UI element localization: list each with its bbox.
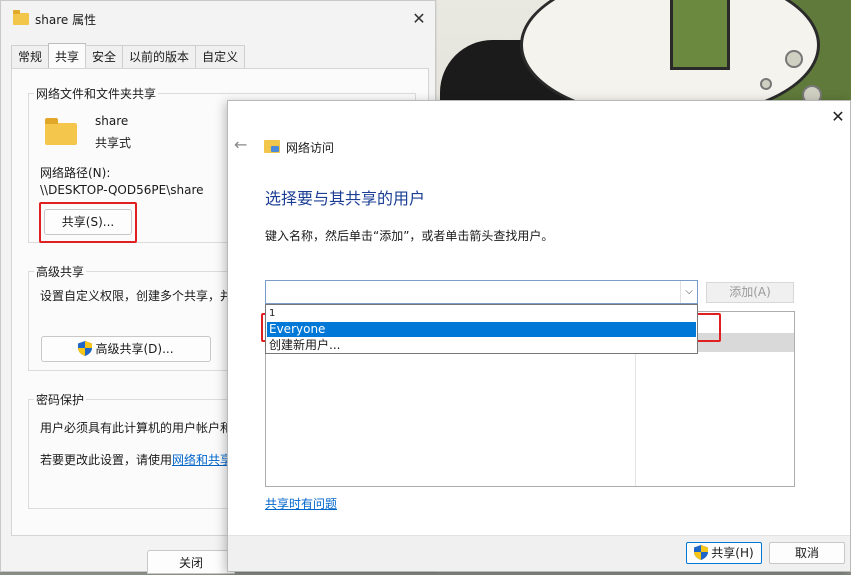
share-button[interactable]: 共享(S)... xyxy=(44,209,132,235)
password-protection-group-title: 密码保护 xyxy=(34,391,87,408)
user-dropdown-list[interactable]: 1 Everyone 创建新用户... xyxy=(265,304,698,354)
share-confirm-button[interactable]: 共享(H) xyxy=(686,542,762,564)
file-sharing-group-title: 网络文件和文件夹共享 xyxy=(34,85,159,102)
password-protection-hint: 若要更改此设置，请使用网络和共享 xyxy=(40,451,232,468)
dropdown-item-everyone[interactable]: Everyone xyxy=(267,322,696,337)
back-arrow-icon[interactable]: ← xyxy=(234,135,247,154)
wallpaper-dot xyxy=(760,78,772,90)
dropdown-item-create-user[interactable]: 创建新用户... xyxy=(267,338,696,353)
share-confirm-button-label: 共享(H) xyxy=(711,546,754,560)
network-access-dialog: ✕ ← 网络访问 选择要与其共享的用户 键入名称，然后单击“添加”，或者单击箭头… xyxy=(227,100,851,572)
advanced-sharing-group-title: 高级共享 xyxy=(34,263,87,280)
folder-share-status: 共享式 xyxy=(95,136,132,150)
advanced-sharing-description: 设置自定义权限，创建多个共享，并 xyxy=(40,289,233,303)
window-title: share 属性 xyxy=(35,13,97,27)
close-button[interactable]: 关闭 xyxy=(147,550,235,574)
uac-shield-icon xyxy=(78,341,93,356)
user-combobox[interactable]: ⌵ xyxy=(265,280,698,304)
tab-customize[interactable]: 自定义 xyxy=(195,45,246,69)
tab-security[interactable]: 安全 xyxy=(85,45,124,69)
tab-strip: 常规 共享 安全 以前的版本 自定义 xyxy=(11,43,246,69)
folder-icon xyxy=(13,10,29,25)
sharing-problems-link[interactable]: 共享时有问题 xyxy=(265,495,337,512)
uac-shield-icon xyxy=(694,545,709,560)
tab-general[interactable]: 常规 xyxy=(11,45,50,69)
wallpaper-dot xyxy=(785,50,803,68)
network-path-value: \\DESKTOP-QOD56PE\share xyxy=(40,183,204,197)
password-protection-hint-prefix: 若要更改此设置，请使用 xyxy=(40,453,173,467)
folder-icon xyxy=(45,118,77,145)
advanced-sharing-button[interactable]: 高级共享(D)... xyxy=(41,336,211,362)
dialog-header-title: 网络访问 xyxy=(286,141,335,155)
password-protection-text: 用户必须具有此计算机的用户帐户和 xyxy=(40,421,233,435)
folder-name: share xyxy=(95,114,129,128)
title-bar[interactable]: share 属性 ✕ xyxy=(1,1,435,39)
network-folder-icon xyxy=(264,140,280,153)
advanced-sharing-button-label: 高级共享(D)... xyxy=(95,342,174,356)
add-button[interactable]: 添加(A) xyxy=(706,282,794,303)
close-icon[interactable]: ✕ xyxy=(826,105,850,129)
network-sharing-center-link[interactable]: 网络和共享 xyxy=(172,453,232,467)
dropdown-item[interactable]: 1 xyxy=(267,306,696,321)
cancel-button[interactable]: 取消 xyxy=(769,542,845,564)
dialog-description: 键入名称，然后单击“添加”，或者单击箭头查找用户。 xyxy=(265,229,554,243)
tab-previous-versions[interactable]: 以前的版本 xyxy=(122,45,197,69)
dialog-heading: 选择要与其共享的用户 xyxy=(265,189,426,208)
network-path-label: 网络路径(N): xyxy=(40,166,111,180)
chevron-down-icon[interactable]: ⌵ xyxy=(680,281,697,303)
tab-sharing[interactable]: 共享 xyxy=(48,43,87,69)
wallpaper-stem xyxy=(670,0,730,70)
close-icon[interactable]: ✕ xyxy=(405,7,433,31)
